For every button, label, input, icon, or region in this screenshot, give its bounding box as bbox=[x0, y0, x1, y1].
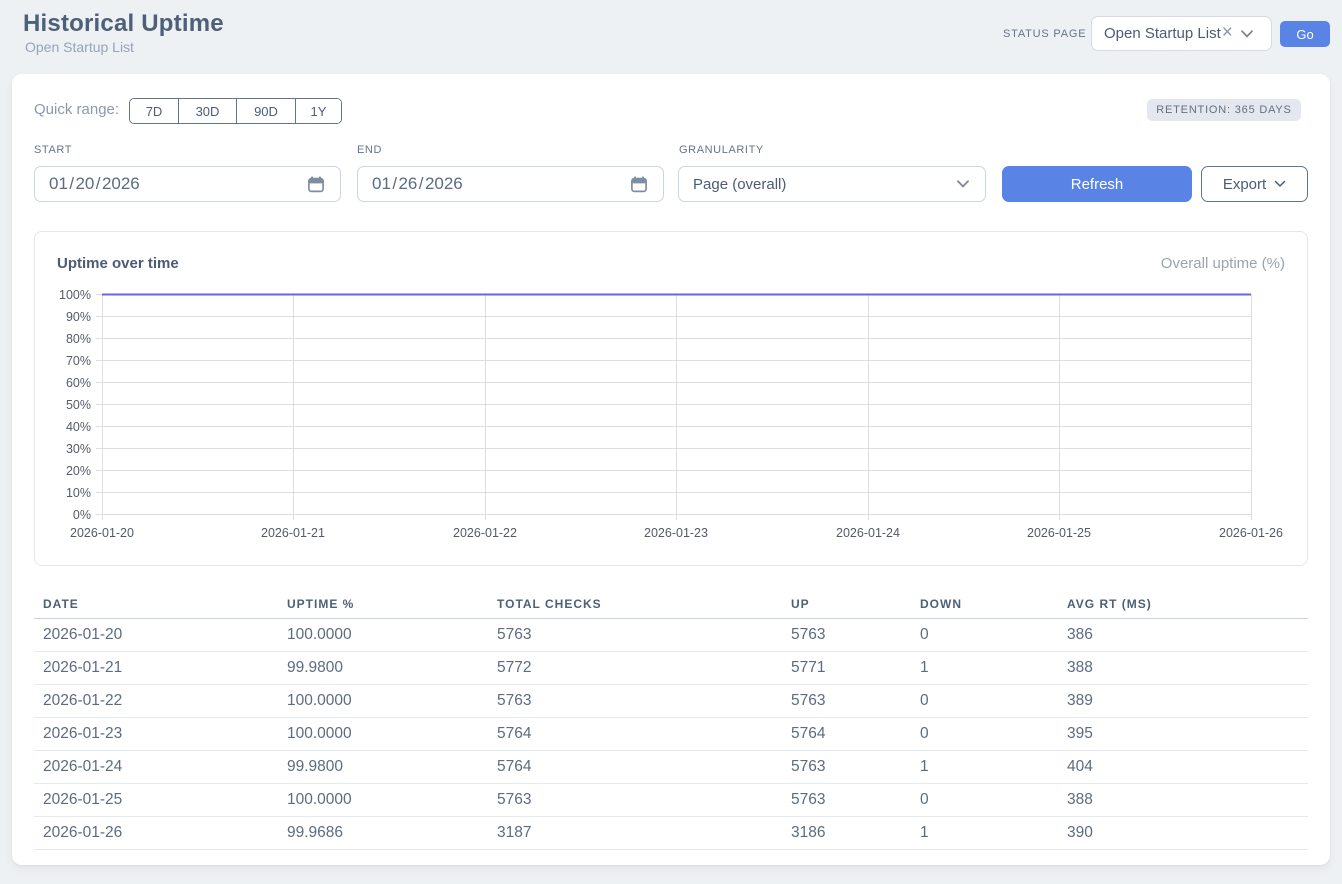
svg-text:40%: 40% bbox=[66, 420, 91, 434]
svg-text:70%: 70% bbox=[66, 354, 91, 368]
svg-text:30%: 30% bbox=[66, 442, 91, 456]
svg-text:60%: 60% bbox=[66, 376, 91, 390]
svg-text:100%: 100% bbox=[59, 288, 91, 302]
svg-text:50%: 50% bbox=[66, 398, 91, 412]
svg-text:2026-01-26: 2026-01-26 bbox=[1219, 526, 1283, 540]
svg-text:2026-01-20: 2026-01-20 bbox=[70, 526, 134, 540]
svg-text:0%: 0% bbox=[73, 508, 91, 522]
svg-text:2026-01-23: 2026-01-23 bbox=[644, 526, 708, 540]
svg-text:80%: 80% bbox=[66, 332, 91, 346]
svg-text:2026-01-24: 2026-01-24 bbox=[836, 526, 900, 540]
svg-text:2026-01-25: 2026-01-25 bbox=[1027, 526, 1091, 540]
svg-text:10%: 10% bbox=[66, 486, 91, 500]
svg-text:20%: 20% bbox=[66, 464, 91, 478]
svg-text:2026-01-22: 2026-01-22 bbox=[453, 526, 517, 540]
svg-text:90%: 90% bbox=[66, 310, 91, 324]
svg-text:2026-01-21: 2026-01-21 bbox=[261, 526, 325, 540]
